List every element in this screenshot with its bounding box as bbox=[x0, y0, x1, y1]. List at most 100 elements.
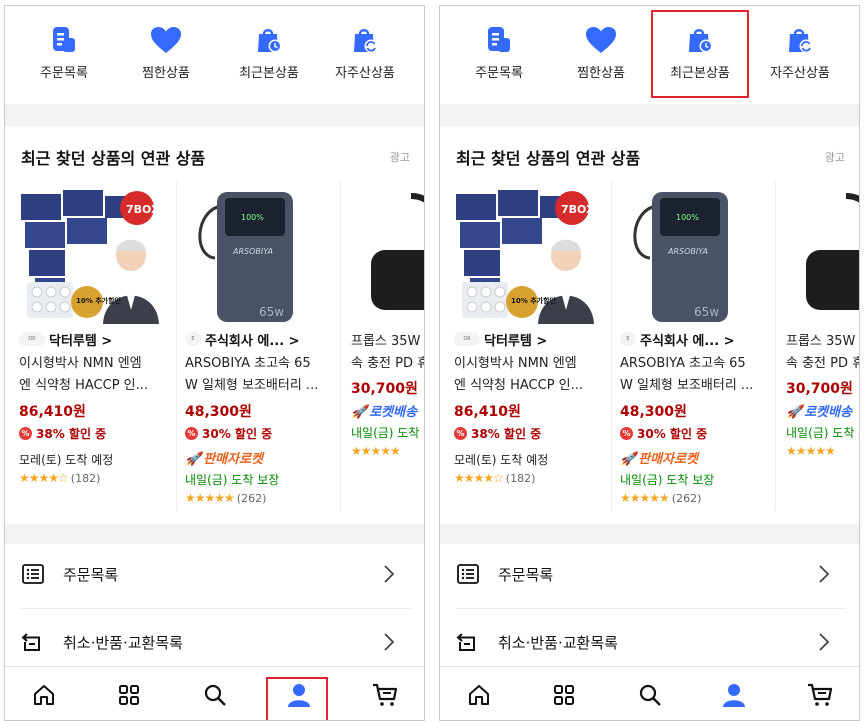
rocket-badge: 🚀 판매자로켓 bbox=[185, 448, 263, 467]
quick-label: 자주산상품 bbox=[770, 66, 830, 81]
quick-order-list[interactable]: 주문목록 bbox=[457, 26, 541, 81]
quick-label: 찜한상품 bbox=[577, 66, 625, 81]
quick-wishlist[interactable]: 찜한상품 bbox=[559, 26, 643, 81]
chevron-right-icon bbox=[384, 565, 395, 583]
star-icons: ★★★★★ bbox=[351, 444, 401, 458]
section-divider bbox=[440, 524, 859, 544]
product-carousel[interactable]: 7BOX 10% 추가할인 DR 닥터루템 > 이시형박사 NMN 엔엠 엔 식약청… bbox=[440, 181, 859, 511]
name-line: W 일체형 보조배터리 ... bbox=[620, 378, 754, 393]
star-icons: ★★★★☆ bbox=[19, 471, 69, 485]
discount-icon: % bbox=[620, 427, 633, 440]
rating-count: (262) bbox=[671, 492, 702, 505]
brand-logo: E bbox=[620, 332, 636, 346]
product-name[interactable]: 이시형박사 NMN 엔엠 엔 식약청 HACCP 인... bbox=[454, 353, 596, 397]
name-line: ARSOBIYA 초고속 65 bbox=[620, 356, 746, 371]
rating: ★★★★★ bbox=[351, 444, 401, 458]
device-display: 100% bbox=[676, 213, 699, 222]
product-name[interactable]: 프롭스 35W PD 속 충전 PD 휴 bbox=[786, 331, 859, 375]
star-icons: ★★★★★ bbox=[786, 444, 836, 458]
product-image: 100% ARSOBIYA 65w bbox=[185, 186, 327, 324]
order-list-icon bbox=[488, 27, 510, 52]
bottom-tab-bar bbox=[440, 666, 859, 720]
menu-returns[interactable]: 취소·반품·교환목록 bbox=[21, 612, 411, 672]
menu-order-list[interactable]: 주문목록 bbox=[456, 544, 846, 604]
quick-wishlist[interactable]: 찜한상품 bbox=[124, 26, 208, 81]
brand-link[interactable]: DR 닥터루템 > bbox=[454, 330, 548, 349]
quick-label: 자주산상품 bbox=[335, 66, 395, 81]
badge-text: 7BOX bbox=[126, 203, 160, 216]
price: 48,300원 bbox=[620, 404, 687, 420]
product-carousel[interactable]: 7BOX 10% 추가할인 DR 닥터루템 > 이시형박사 NMN 엔엠 엔 식약청… bbox=[5, 181, 424, 511]
tab-search[interactable] bbox=[620, 667, 680, 720]
menu-returns[interactable]: 취소·반품·교환목록 bbox=[456, 612, 846, 672]
quick-rebuy[interactable]: 자주산상품 bbox=[758, 26, 842, 81]
product-name[interactable]: ARSOBIYA 초고속 65 W 일체형 보조배터리 ... bbox=[620, 353, 762, 397]
rating: ★★★★★ (262) bbox=[185, 491, 266, 505]
recent-bag-icon bbox=[258, 29, 282, 53]
tab-home[interactable] bbox=[14, 667, 74, 720]
tab-category[interactable] bbox=[99, 667, 159, 720]
name-line: 엔 식약청 HACCP 인... bbox=[19, 378, 149, 393]
brand-logo: E bbox=[185, 332, 201, 346]
product-card[interactable]: 프롭스 35W PD 속 충전 PD 휴 30,700원 🚀로켓배송 내일(금) … bbox=[351, 181, 424, 511]
tab-my-page[interactable] bbox=[704, 667, 764, 720]
rocket-text: 로켓배송 bbox=[804, 405, 853, 420]
price: 86,410원 bbox=[19, 404, 86, 420]
product-card[interactable]: 100% ARSOBIYA 65w E 주식회사 에... > ARSOBIYA … bbox=[185, 181, 350, 511]
card-divider bbox=[775, 181, 776, 511]
rating: ★★★★★ (262) bbox=[620, 491, 701, 505]
quick-recent[interactable]: 최근본상품 bbox=[227, 26, 311, 81]
name-line: 이시형박사 NMN 엔엠 bbox=[454, 356, 577, 371]
product-card[interactable]: 100% ARSOBIYA 65w E 주식회사 에... > ARSOBIYA … bbox=[620, 181, 785, 511]
quick-menu: 주문목록 찜한상품 최근본상품 자주산상품 bbox=[5, 6, 424, 104]
product-name[interactable]: ARSOBIYA 초고속 65 W 일체형 보조배터리 ... bbox=[185, 353, 327, 397]
rocket-icon: 🚀 bbox=[620, 452, 637, 467]
tab-home[interactable] bbox=[449, 667, 509, 720]
rocket-text: 판매자로켓 bbox=[638, 452, 698, 467]
rating-count: (182) bbox=[505, 472, 536, 485]
name-line: 프롭스 35W PD bbox=[351, 334, 424, 349]
brand-link[interactable]: E 주식회사 에... > bbox=[620, 330, 735, 349]
name-line: 프롭스 35W PD bbox=[786, 334, 859, 349]
menu-divider bbox=[21, 608, 411, 609]
section-title: 최근 찾던 상품의 연관 상품 bbox=[456, 149, 641, 168]
delivery-info: 내일(금) 도착 보 bbox=[351, 426, 424, 440]
quick-label: 주문목록 bbox=[40, 66, 88, 81]
menu-label: 취소·반품·교환목록 bbox=[498, 633, 618, 652]
section-divider bbox=[5, 524, 424, 544]
rocket-icon: 🚀 bbox=[786, 405, 803, 420]
tab-category[interactable] bbox=[534, 667, 594, 720]
tab-search[interactable] bbox=[185, 667, 245, 720]
price: 30,700원 bbox=[351, 381, 418, 397]
highlight-box bbox=[266, 677, 328, 720]
order-list-icon bbox=[53, 27, 75, 52]
product-card[interactable]: 프롭스 35W PD 속 충전 PD 휴 30,700원 🚀로켓배송 내일(금) … bbox=[786, 181, 859, 511]
section-divider bbox=[5, 104, 424, 126]
quick-order-list[interactable]: 주문목록 bbox=[22, 26, 106, 81]
brand-link[interactable]: DR 닥터루템 > bbox=[19, 330, 112, 349]
product-image bbox=[351, 186, 424, 324]
brand-link[interactable]: E 주식회사 에... > bbox=[185, 330, 300, 349]
product-image bbox=[786, 186, 859, 324]
star-icons: ★★★★☆ bbox=[454, 471, 504, 485]
menu-order-list[interactable]: 주문목록 bbox=[21, 544, 411, 604]
product-name[interactable]: 이시형박사 NMN 엔엠 엔 식약청 HACCP 인... bbox=[19, 353, 161, 397]
cart-icon bbox=[808, 683, 833, 706]
tab-cart[interactable] bbox=[790, 667, 850, 720]
name-line: 속 충전 PD 휴 bbox=[786, 356, 859, 371]
quick-rebuy[interactable]: 자주산상품 bbox=[323, 26, 407, 81]
product-name[interactable]: 프롭스 35W PD 속 충전 PD 휴 bbox=[351, 331, 424, 375]
product-image: 100% ARSOBIYA 65w bbox=[620, 186, 762, 324]
tab-cart[interactable] bbox=[355, 667, 415, 720]
discount-icon: % bbox=[185, 427, 198, 440]
product-image: 7BOX 10% 추가할인 bbox=[19, 186, 161, 324]
device-brand: ARSOBIYA bbox=[232, 247, 273, 256]
highlight-box bbox=[651, 10, 749, 98]
price: 30,700원 bbox=[786, 381, 853, 397]
brand-name: 닥터루템 > bbox=[484, 333, 548, 349]
quick-menu: 주문목록 찜한상품 최근본상품 자주산상품 bbox=[440, 6, 859, 104]
product-card[interactable]: 7BOX 10% 추가할인 DR 닥터루템 > 이시형박사 NMN 엔엠 엔 식약청… bbox=[19, 181, 184, 511]
rocket-badge: 🚀 로켓배송 bbox=[351, 401, 417, 420]
product-card[interactable]: 7BOX 10% 추가할인 DR 닥터루템 > 이시형박사 NMN 엔엠 엔 식약청… bbox=[454, 181, 619, 511]
rating: ★★★★☆ (182) bbox=[19, 471, 100, 485]
